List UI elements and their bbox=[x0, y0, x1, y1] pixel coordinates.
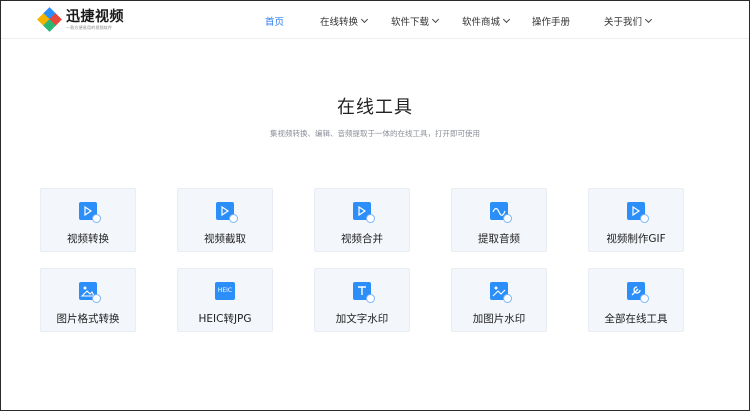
nav-label: 软件商城 bbox=[462, 17, 501, 28]
nav-home[interactable]: 首页 bbox=[265, 14, 284, 28]
tool-card-heic-jpg[interactable]: HEIC HEIC转JPG bbox=[177, 268, 273, 332]
page-title: 在线工具 bbox=[337, 97, 413, 118]
tool-card-image-watermark[interactable]: 加图片水印 bbox=[451, 268, 547, 332]
logo-text: 迅捷视频 一款方便易用的视频软件 bbox=[66, 10, 124, 30]
nav-software-store[interactable]: 软件商城 bbox=[462, 14, 511, 28]
tool-label: 加图片水印 bbox=[472, 313, 526, 325]
nav-online-convert[interactable]: 在线转换 bbox=[320, 14, 369, 28]
nav-label: 关于我们 bbox=[604, 17, 643, 28]
video-gif-icon bbox=[627, 202, 649, 223]
nav-manual[interactable]: 操作手册 bbox=[532, 14, 570, 28]
image-watermark-icon bbox=[490, 282, 512, 303]
nav-label: 操作手册 bbox=[532, 17, 571, 28]
logo[interactable]: 迅捷视频 一款方便易用的视频软件 bbox=[37, 7, 124, 32]
page-subtitle: 集视频转换、编辑、音频提取于一体的在线工具，打开即可使用 bbox=[270, 129, 480, 138]
nav-label: 在线转换 bbox=[320, 17, 359, 28]
chevron-down-icon bbox=[431, 15, 440, 24]
tool-card-video-merge[interactable]: 视频合并 bbox=[314, 188, 410, 252]
tool-label: 视频合并 bbox=[341, 233, 383, 245]
tool-card-image-convert[interactable]: 图片格式转换 bbox=[40, 268, 136, 332]
audio-extract-icon bbox=[490, 202, 512, 223]
page: 迅捷视频 一款方便易用的视频软件 首页 在线转换 软件下载 软件商城 操作手册 bbox=[0, 0, 750, 411]
tool-label: 视频截取 bbox=[204, 233, 246, 245]
tool-card-video-gif[interactable]: 视频制作GIF bbox=[588, 188, 684, 252]
tool-label: 视频制作GIF bbox=[606, 233, 666, 245]
image-convert-icon bbox=[79, 282, 101, 303]
tool-card-all-tools[interactable]: 全部在线工具 bbox=[588, 268, 684, 332]
video-merge-icon bbox=[353, 202, 375, 223]
brand-name: 迅捷视频 bbox=[66, 9, 124, 25]
chevron-down-icon bbox=[502, 15, 511, 24]
text-watermark-icon bbox=[353, 282, 375, 303]
video-convert-icon bbox=[79, 202, 101, 223]
nav-label: 首页 bbox=[265, 17, 285, 28]
heic-icon: HEIC bbox=[215, 282, 235, 300]
tool-label: 加文字水印 bbox=[335, 313, 389, 325]
nav-label: 软件下载 bbox=[391, 17, 430, 28]
tool-card-text-watermark[interactable]: 加文字水印 bbox=[314, 268, 410, 332]
tool-card-video-clip[interactable]: 视频截取 bbox=[177, 188, 273, 252]
chevron-down-icon bbox=[360, 15, 369, 24]
chevron-down-icon bbox=[644, 15, 653, 24]
tool-label: HEIC转JPG bbox=[198, 313, 252, 325]
all-tools-icon bbox=[627, 282, 649, 303]
tool-label: 图片格式转换 bbox=[56, 313, 120, 325]
brand-slogan: 一款方便易用的视频软件 bbox=[66, 25, 113, 30]
nav-about[interactable]: 关于我们 bbox=[604, 14, 653, 28]
tool-card-audio-extract[interactable]: 提取音频 bbox=[451, 188, 547, 252]
nav-software-download[interactable]: 软件下载 bbox=[391, 14, 440, 28]
tool-card-video-convert[interactable]: 视频转换 bbox=[40, 188, 136, 252]
tool-label: 视频转换 bbox=[67, 233, 109, 245]
logo-icon bbox=[37, 7, 62, 32]
video-clip-icon bbox=[216, 202, 238, 223]
tool-label: 提取音频 bbox=[478, 233, 520, 245]
tool-label: 全部在线工具 bbox=[604, 313, 668, 325]
heic-icon-text: HEIC bbox=[217, 287, 233, 294]
header: 迅捷视频 一款方便易用的视频软件 首页 在线转换 软件下载 软件商城 操作手册 bbox=[1, 1, 749, 39]
